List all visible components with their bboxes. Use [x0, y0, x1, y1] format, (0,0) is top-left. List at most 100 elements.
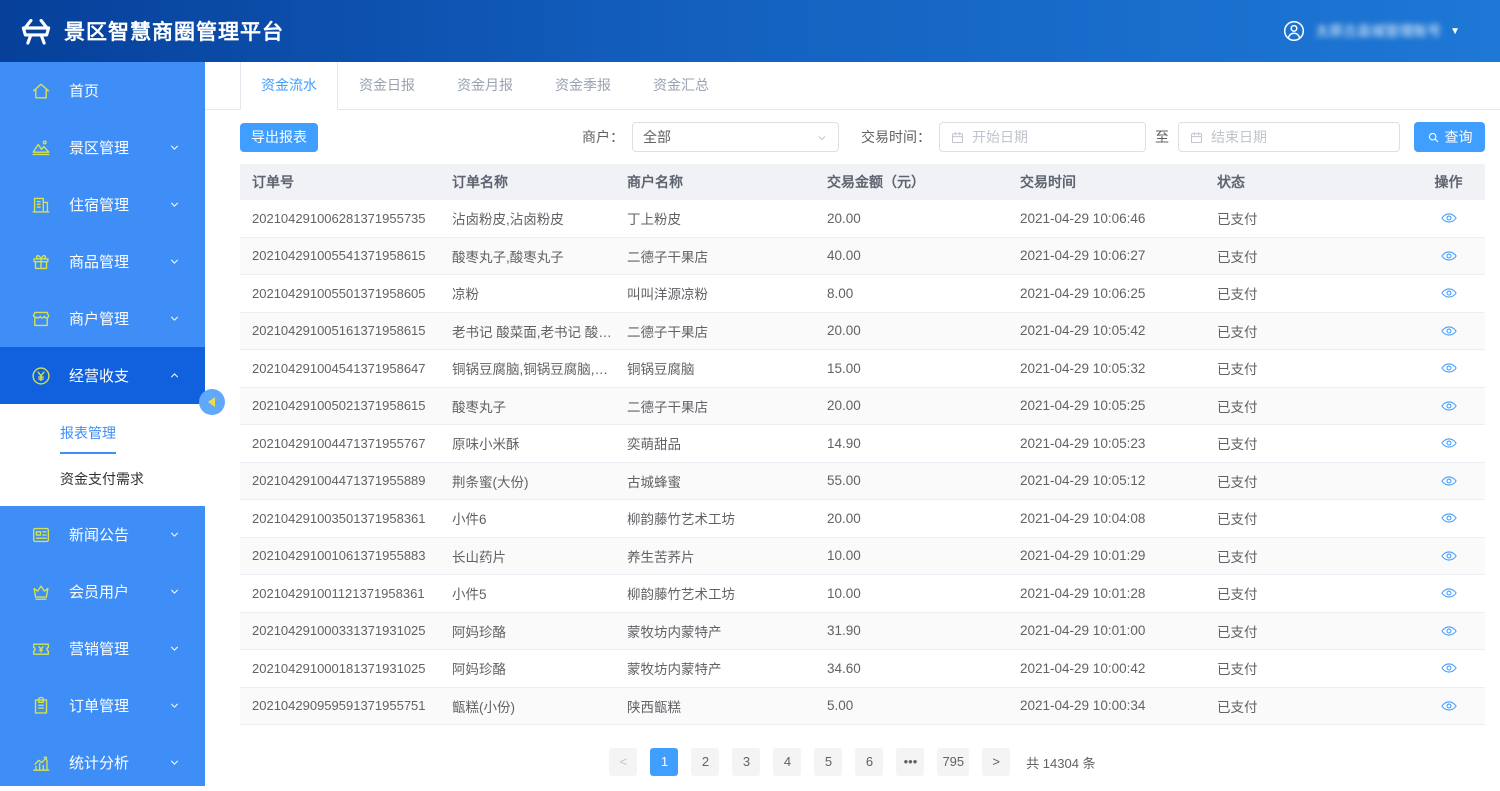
merchant-name: 养生苦荞片: [615, 546, 815, 566]
sidebar-item-9[interactable]: 订单管理: [0, 677, 205, 734]
app-header: 景区智慧商圈管理平台 太原古县城管理账号 ▼: [0, 0, 1500, 62]
export-report-button[interactable]: 导出报表: [240, 123, 318, 152]
tab-1[interactable]: 资金日报: [338, 62, 436, 109]
view-detail-icon[interactable]: [1440, 209, 1458, 227]
page-button-795[interactable]: 795: [937, 748, 969, 776]
order-name: 小件5: [440, 583, 615, 603]
start-date-input[interactable]: 开始日期: [939, 122, 1146, 152]
status-text: 已支付: [1205, 321, 1412, 341]
submenu-item-1[interactable]: 资金支付需求: [0, 455, 205, 500]
status-text: 已支付: [1205, 696, 1412, 716]
sidebar-item-3[interactable]: 商品管理: [0, 233, 205, 290]
view-detail-icon[interactable]: [1440, 397, 1458, 415]
view-detail-icon[interactable]: [1440, 659, 1458, 677]
tab-3[interactable]: 资金季报: [534, 62, 632, 109]
view-detail-icon[interactable]: [1440, 247, 1458, 265]
user-menu[interactable]: 太原古县城管理账号 ▼: [1282, 19, 1460, 43]
order-name: 铜锅豆腐脑,铜锅豆腐脑,铜锅...: [440, 358, 615, 378]
row-actions: [1412, 322, 1485, 340]
view-detail-icon[interactable]: [1440, 584, 1458, 602]
sidebar-item-8[interactable]: 营销管理: [0, 620, 205, 677]
sidebar-item-10[interactable]: 统计分析: [0, 734, 205, 791]
sidebar-item-1[interactable]: 景区管理: [0, 119, 205, 176]
start-date-placeholder: 开始日期: [972, 127, 1028, 147]
merchant-name: 蒙牧坊内蒙特产: [615, 658, 815, 678]
transactions-table: 订单号订单名称商户名称交易金额（元）交易时间状态操作 2021042910062…: [240, 164, 1485, 725]
sidebar-item-2[interactable]: 住宿管理: [0, 176, 205, 233]
column-header-4: 交易时间: [1008, 172, 1205, 192]
sidebar-item-label: 首页: [69, 80, 99, 101]
status-text: 已支付: [1205, 246, 1412, 266]
tab-0[interactable]: 资金流水: [240, 62, 338, 110]
sidebar-item-4[interactable]: 商户管理: [0, 290, 205, 347]
row-actions: [1412, 697, 1485, 715]
sidebar-item-label: 新闻公告: [69, 524, 129, 545]
table-row: 202104291005161371958615老书记 酸菜面,老书记 酸菜面二…: [240, 313, 1485, 351]
main-content: 资金流水资金日报资金月报资金季报资金汇总 导出报表 商户： 全部 交易时间： 开…: [205, 62, 1500, 786]
page-button-3[interactable]: 3: [732, 748, 760, 776]
view-detail-icon[interactable]: [1440, 509, 1458, 527]
row-actions: [1412, 397, 1485, 415]
page-button-6[interactable]: 6: [855, 748, 883, 776]
page-button-1[interactable]: 1: [650, 748, 678, 776]
table-row: 202104291006281371955735沾卤粉皮,沾卤粉皮丁上粉皮20.…: [240, 200, 1485, 238]
calendar-icon: [950, 130, 965, 145]
chevron-down-icon: [168, 141, 181, 154]
sidebar-item-6[interactable]: 新闻公告: [0, 506, 205, 563]
table-row: 202104291000181371931025阿妈珍酪蒙牧坊内蒙特产34.60…: [240, 650, 1485, 688]
status-text: 已支付: [1205, 396, 1412, 416]
table-body: 202104291006281371955735沾卤粉皮,沾卤粉皮丁上粉皮20.…: [240, 200, 1485, 725]
row-actions: [1412, 434, 1485, 452]
sidebar-submenu: 报表管理资金支付需求: [0, 404, 205, 506]
submenu-item-label: 资金支付需求: [60, 458, 144, 498]
end-date-placeholder: 结束日期: [1211, 127, 1267, 147]
ellipsis-pages[interactable]: •••: [896, 748, 924, 776]
sidebar-item-5[interactable]: 经营收支: [0, 347, 205, 404]
view-detail-icon[interactable]: [1440, 359, 1458, 377]
page-button-4[interactable]: 4: [773, 748, 801, 776]
tab-2[interactable]: 资金月报: [436, 62, 534, 109]
page-button-5[interactable]: 5: [814, 748, 842, 776]
page-button-2[interactable]: 2: [691, 748, 719, 776]
search-button[interactable]: 查询: [1414, 122, 1485, 152]
view-detail-icon[interactable]: [1440, 322, 1458, 340]
date-range-separator: 至: [1155, 127, 1169, 147]
merchant-name: 二德子干果店: [615, 396, 815, 416]
sidebar-item-7[interactable]: 会员用户: [0, 563, 205, 620]
order-number: 202104291005541371958615: [240, 248, 440, 263]
status-text: 已支付: [1205, 433, 1412, 453]
transaction-time: 2021-04-29 10:01:29: [1008, 548, 1205, 563]
order-number: 202104291005021371958615: [240, 398, 440, 413]
transaction-time: 2021-04-29 10:01:00: [1008, 623, 1205, 638]
next-page-button[interactable]: >: [982, 748, 1010, 776]
view-detail-icon[interactable]: [1440, 547, 1458, 565]
status-text: 已支付: [1205, 658, 1412, 678]
transaction-time: 2021-04-29 10:01:28: [1008, 586, 1205, 601]
prev-page-button[interactable]: <: [609, 748, 637, 776]
merchant-name: 铜锅豆腐脑: [615, 358, 815, 378]
view-detail-icon[interactable]: [1440, 697, 1458, 715]
amount: 20.00: [815, 323, 1008, 338]
sidebar-item-0[interactable]: 首页: [0, 62, 205, 119]
amount: 20.00: [815, 398, 1008, 413]
view-detail-icon[interactable]: [1440, 472, 1458, 490]
user-icon: [1282, 19, 1306, 43]
sidebar-item-label: 商户管理: [69, 308, 129, 329]
end-date-input[interactable]: 结束日期: [1178, 122, 1400, 152]
chevron-down-icon: [168, 756, 181, 769]
row-actions: [1412, 472, 1485, 490]
order-number: 202104291001061371955883: [240, 548, 440, 563]
view-detail-icon[interactable]: [1440, 622, 1458, 640]
merchant-select[interactable]: 全部: [632, 122, 839, 152]
view-detail-icon[interactable]: [1440, 434, 1458, 452]
merchant-select-value: 全部: [643, 127, 671, 147]
tab-4[interactable]: 资金汇总: [632, 62, 730, 109]
row-actions: [1412, 547, 1485, 565]
merchant-name: 二德子干果店: [615, 246, 815, 266]
view-detail-icon[interactable]: [1440, 284, 1458, 302]
sidebar-collapse-handle[interactable]: [199, 389, 225, 415]
home-icon: [30, 80, 52, 102]
status-text: 已支付: [1205, 621, 1412, 641]
stats-icon: [30, 752, 52, 774]
submenu-item-0[interactable]: 报表管理: [0, 410, 205, 455]
